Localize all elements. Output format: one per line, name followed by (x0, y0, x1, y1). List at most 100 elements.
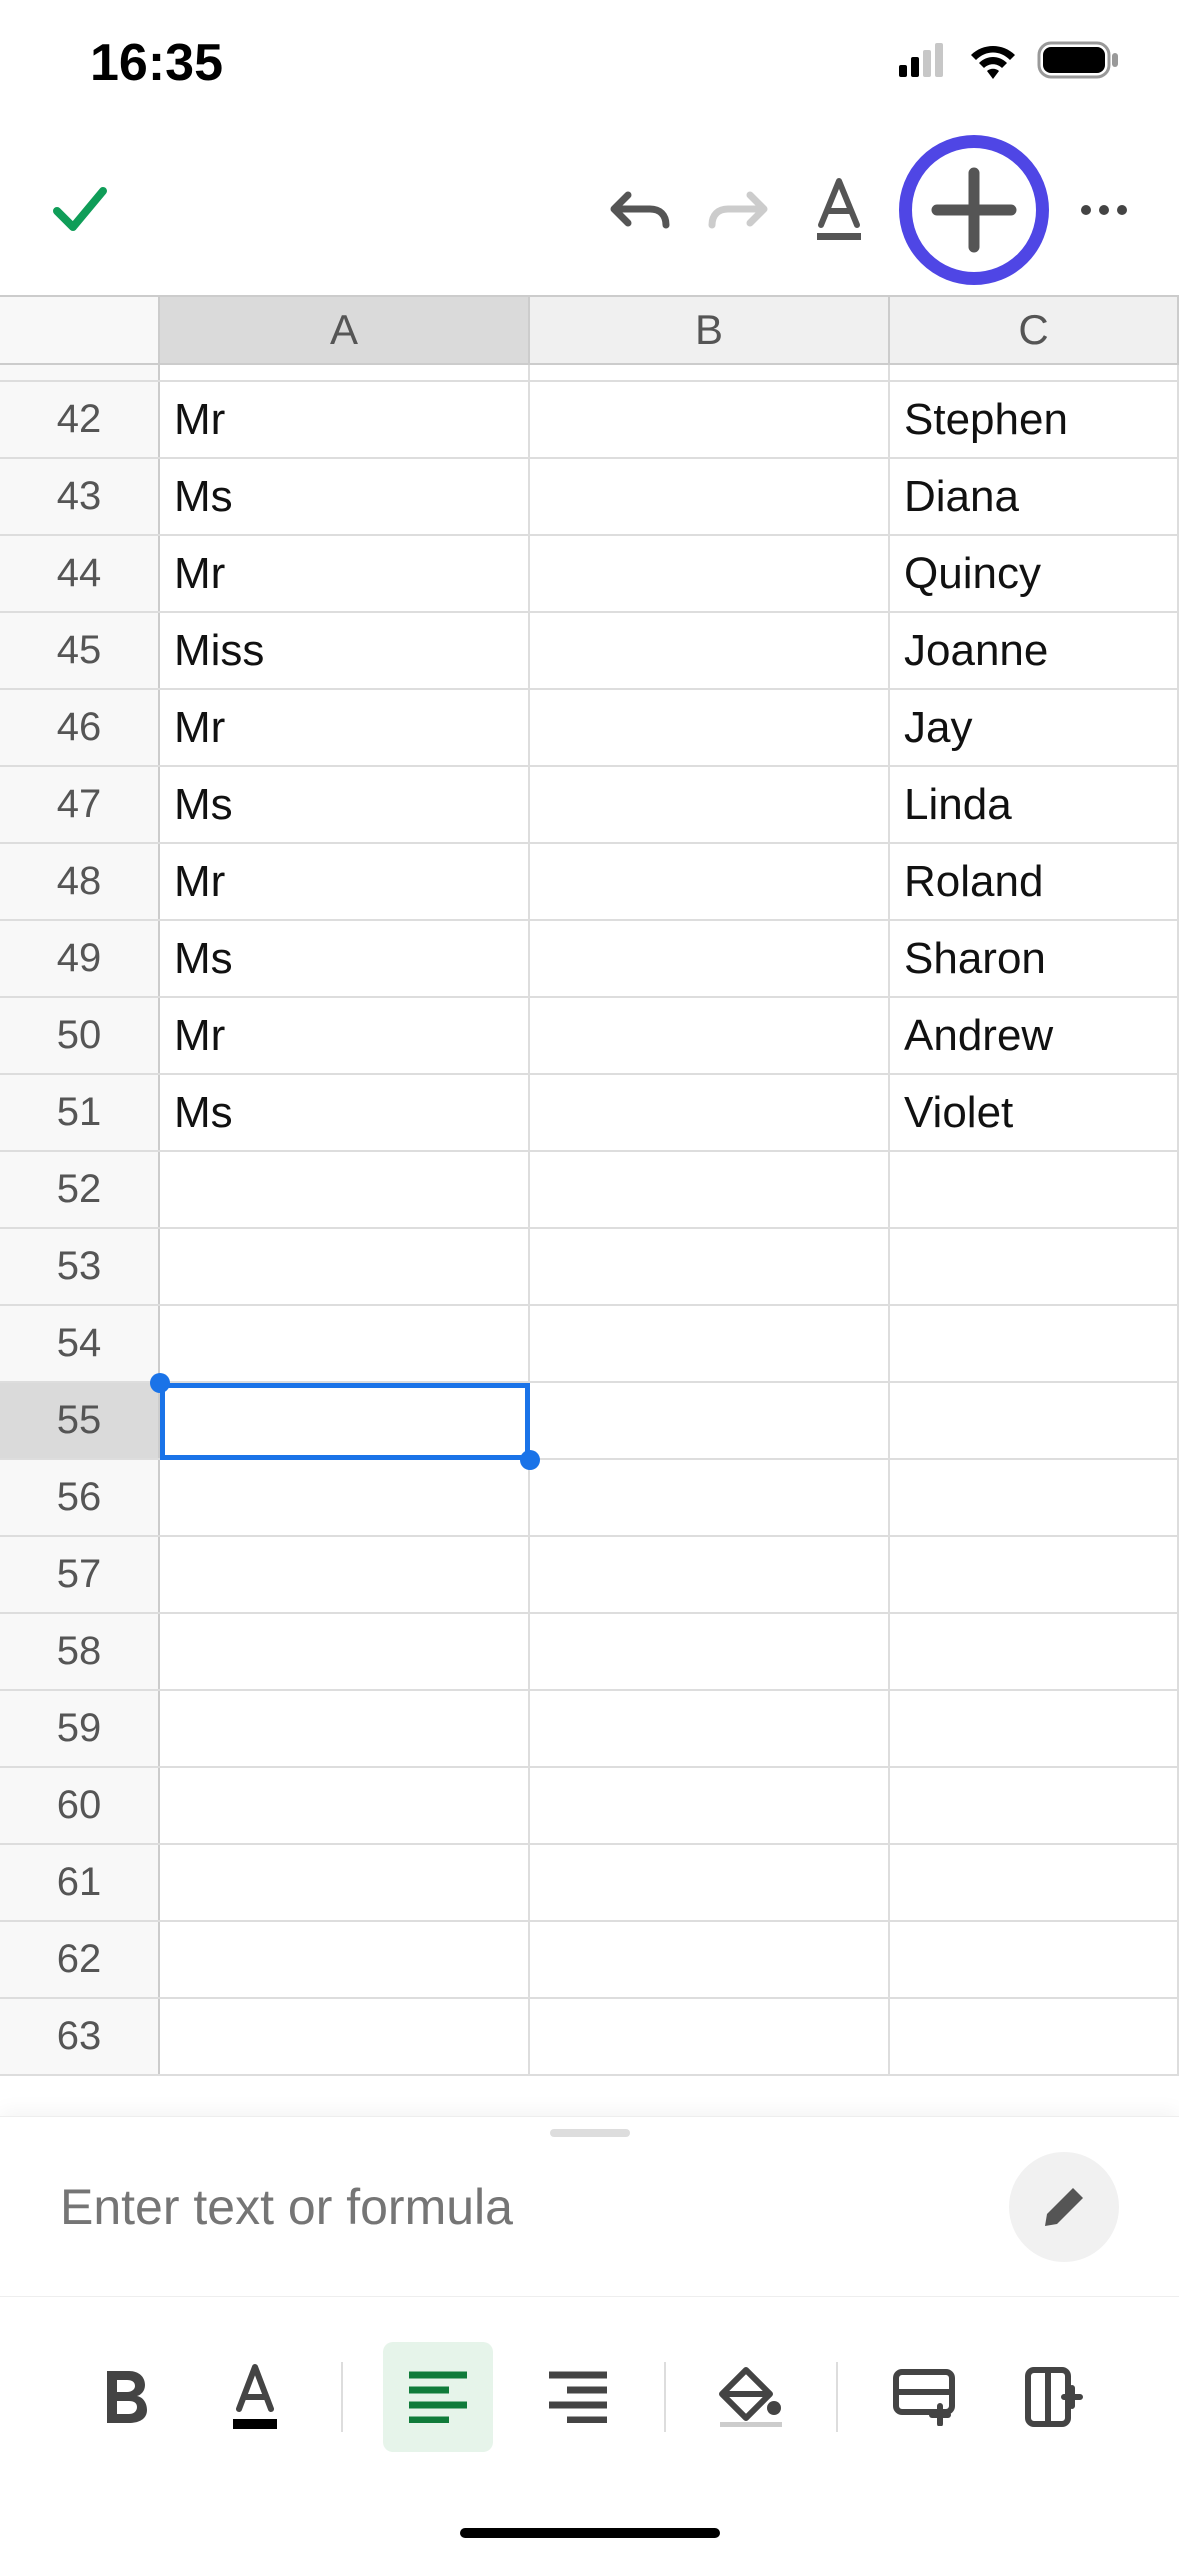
cell[interactable] (530, 1229, 890, 1304)
cell[interactable]: Stephen (890, 382, 1179, 457)
cell[interactable]: Joanne (890, 613, 1179, 688)
row-header[interactable]: 57 (0, 1537, 160, 1612)
insert-column-button[interactable] (1009, 2352, 1099, 2442)
cell[interactable]: Mr (160, 690, 530, 765)
bold-button[interactable] (80, 2352, 170, 2442)
column-header-c[interactable]: C (890, 297, 1179, 363)
cell[interactable]: Ms (160, 767, 530, 842)
cell[interactable] (530, 613, 890, 688)
cell[interactable]: Mr (160, 536, 530, 611)
selection-handle[interactable] (520, 1450, 540, 1470)
row-header[interactable]: 59 (0, 1691, 160, 1766)
cell[interactable] (530, 998, 890, 1073)
cell[interactable]: Ms (160, 921, 530, 996)
cell[interactable] (530, 1460, 890, 1535)
cell[interactable] (160, 1229, 530, 1304)
align-right-button[interactable] (533, 2352, 623, 2442)
cell[interactable]: Andrew (890, 998, 1179, 1073)
row-header[interactable]: 53 (0, 1229, 160, 1304)
cell[interactable] (530, 365, 890, 380)
cell[interactable] (530, 844, 890, 919)
row-header[interactable]: 56 (0, 1460, 160, 1535)
cell[interactable] (890, 1845, 1179, 1920)
row-header[interactable]: 58 (0, 1614, 160, 1689)
cell[interactable] (530, 1999, 890, 2074)
spreadsheet-grid[interactable]: 41MissDanielle42MrStephen43MsDiana44MrQu… (0, 365, 1179, 2120)
cell[interactable] (890, 1460, 1179, 1535)
cell[interactable]: Diana (890, 459, 1179, 534)
cell[interactable] (530, 1152, 890, 1227)
cell[interactable] (530, 1306, 890, 1381)
cell[interactable]: Quincy (890, 536, 1179, 611)
cell[interactable] (890, 1768, 1179, 1843)
cell[interactable] (890, 1922, 1179, 1997)
row-header[interactable]: 55 (0, 1383, 160, 1458)
cell[interactable] (530, 459, 890, 534)
row-header[interactable]: 48 (0, 844, 160, 919)
cell[interactable] (160, 1845, 530, 1920)
add-button[interactable] (899, 135, 1049, 285)
cell[interactable] (890, 1152, 1179, 1227)
row-header[interactable]: 41 (0, 365, 160, 380)
column-header-b[interactable]: B (530, 297, 890, 363)
cell[interactable] (160, 1383, 530, 1458)
column-header-a[interactable]: A (160, 297, 530, 363)
row-header[interactable]: 63 (0, 1999, 160, 2074)
cell[interactable]: Violet (890, 1075, 1179, 1150)
cell[interactable] (530, 1383, 890, 1458)
cell[interactable]: Mr (160, 998, 530, 1073)
cell[interactable] (530, 1691, 890, 1766)
cell[interactable] (530, 1614, 890, 1689)
drag-handle-icon[interactable] (550, 2129, 630, 2137)
cell[interactable] (890, 1691, 1179, 1766)
cell[interactable] (160, 1460, 530, 1535)
cell[interactable]: Miss (160, 365, 530, 380)
row-header[interactable]: 44 (0, 536, 160, 611)
cell[interactable]: Ms (160, 1075, 530, 1150)
cell[interactable] (890, 1383, 1179, 1458)
row-header[interactable]: 61 (0, 1845, 160, 1920)
cell[interactable] (160, 1922, 530, 1997)
text-color-button[interactable] (210, 2352, 300, 2442)
cell[interactable] (890, 1229, 1179, 1304)
cell[interactable] (160, 1152, 530, 1227)
confirm-button[interactable] (40, 170, 120, 250)
cell[interactable] (160, 1691, 530, 1766)
row-header[interactable]: 47 (0, 767, 160, 842)
align-left-button[interactable] (383, 2342, 493, 2452)
row-header[interactable]: 51 (0, 1075, 160, 1150)
cell[interactable]: Jay (890, 690, 1179, 765)
cell[interactable] (890, 1306, 1179, 1381)
cell[interactable] (530, 1537, 890, 1612)
undo-button[interactable] (589, 160, 689, 260)
row-header[interactable]: 50 (0, 998, 160, 1073)
cell[interactable] (160, 1537, 530, 1612)
cell[interactable] (530, 1922, 890, 1997)
cell[interactable]: Roland (890, 844, 1179, 919)
cell[interactable] (890, 1537, 1179, 1612)
text-format-button[interactable] (789, 160, 889, 260)
cell[interactable] (530, 921, 890, 996)
row-header[interactable]: 60 (0, 1768, 160, 1843)
cell[interactable] (530, 536, 890, 611)
cell[interactable] (530, 1768, 890, 1843)
formula-input[interactable] (60, 2178, 1009, 2236)
cell[interactable] (530, 382, 890, 457)
cell[interactable] (530, 1845, 890, 1920)
insert-row-button[interactable] (879, 2352, 969, 2442)
fill-color-button[interactable] (706, 2352, 796, 2442)
row-header[interactable]: 43 (0, 459, 160, 534)
row-header[interactable]: 45 (0, 613, 160, 688)
row-header[interactable]: 46 (0, 690, 160, 765)
home-indicator[interactable] (460, 2528, 720, 2538)
cell[interactable] (160, 1306, 530, 1381)
cell[interactable]: Sharon (890, 921, 1179, 996)
row-header[interactable]: 62 (0, 1922, 160, 1997)
cell[interactable] (530, 767, 890, 842)
cell[interactable] (160, 1999, 530, 2074)
cell[interactable] (160, 1614, 530, 1689)
row-header[interactable]: 42 (0, 382, 160, 457)
row-header[interactable]: 49 (0, 921, 160, 996)
selection-handle[interactable] (150, 1373, 170, 1393)
cell[interactable]: Mr (160, 844, 530, 919)
